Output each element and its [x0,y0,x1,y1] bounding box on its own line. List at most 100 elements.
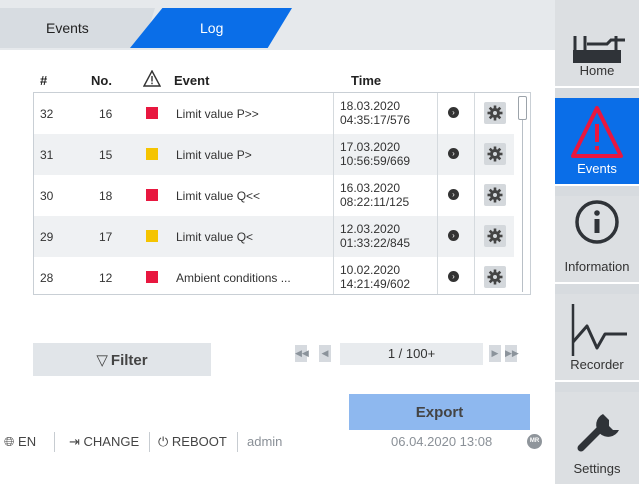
row-date: 16.03.2020 [340,181,401,195]
row-index: 32 [40,107,54,121]
column-divider [333,134,334,175]
nav-information[interactable]: Information [555,196,639,284]
tab-log[interactable]: Log [130,8,292,48]
table-row[interactable]: 31 15 Limit value P> 17.03.2020 10:56:59/… [34,134,514,175]
table-row[interactable]: 29 17 Limit value Q< 12.03.2020 01:33:22/… [34,216,514,257]
previous-page-icon[interactable]: ◀ [319,345,331,362]
row-date: 17.03.2020 [340,140,401,154]
severity-yellow-indicator [146,148,158,160]
power-icon: ⏻ [158,434,169,449]
status-bar: 🌐︎ EN ⇥ CHANGE ⏻ REBOOT admin 06.04.2020… [0,430,555,454]
next-page-icon[interactable]: ▶ [489,345,501,362]
last-page-icon[interactable]: ▶▶ [505,345,519,362]
scrollbar-track[interactable] [522,120,523,292]
column-divider [437,134,438,175]
nav-recorder-label: Recorder [570,357,624,372]
language-selector[interactable]: 🌐︎ EN [4,434,36,450]
nav-events[interactable]: Events [555,98,639,186]
status-divider [54,432,55,452]
severity-yellow-indicator [146,230,158,242]
row-no: 17 [99,230,113,244]
scrollbar-thumb[interactable] [518,96,527,120]
datetime: 06.04.2020 13:08 [391,434,493,449]
column-divider [333,257,334,294]
details-arrow-icon[interactable]: › [448,230,459,241]
tab-events-label: Events [46,20,89,36]
table-row[interactable]: 32 16 Limit value P>> 18.03.2020 04:35:17… [34,93,514,134]
column-divider [474,93,475,134]
warning-icon [142,69,162,90]
column-header-index: # [40,73,48,88]
status-divider [237,432,238,452]
row-time: 12.03.2020 01:33:22/845 [340,222,410,250]
row-clock: 08:22:11/125 [340,195,410,209]
row-event: Limit value Q< [176,230,254,244]
nav-settings[interactable]: Settings [555,392,639,484]
page-indicator: 1 / 100+ [340,343,483,365]
row-no: 16 [99,107,113,121]
gear-icon[interactable] [484,225,506,247]
reboot-button[interactable]: ⏻ REBOOT [158,434,227,450]
row-no: 15 [99,148,113,162]
row-event: Ambient conditions ... [176,271,291,285]
gear-icon[interactable] [484,143,506,165]
row-time: 16.03.2020 08:22:11/125 [340,181,409,209]
column-divider [437,257,438,294]
details-arrow-icon[interactable]: › [448,271,459,282]
severity-red-indicator [146,271,158,283]
nav-recorder[interactable]: Recorder [555,294,639,382]
row-index: 29 [40,230,54,244]
login-icon: ⇥ [69,434,80,449]
table-row[interactable]: 30 18 Limit value Q<< 16.03.2020 08:22:11… [34,175,514,216]
row-event: Limit value Q<< [176,189,261,203]
event-log-table: 32 16 Limit value P>> 18.03.2020 04:35:17… [33,92,531,295]
globe-icon: 🌐︎ [4,434,15,449]
column-divider [333,93,334,134]
nav-information-label: Information [564,259,630,274]
status-divider [149,432,150,452]
row-index: 28 [40,271,54,285]
export-button[interactable]: Export [349,394,530,430]
row-clock: 10:56:59/669 [340,154,411,168]
column-divider [437,216,438,257]
column-divider [333,175,334,216]
row-clock: 14:21:49/602 [340,277,411,291]
severity-red-indicator [146,189,158,201]
reboot-label: REBOOT [171,434,227,449]
column-header-time: Time [351,73,382,88]
column-divider [474,134,475,175]
gear-icon[interactable] [484,266,506,288]
row-date: 18.03.2020 [340,99,401,113]
filter-button[interactable]: ▽ Filter [33,343,211,376]
column-divider [437,93,438,134]
column-divider [333,216,334,257]
row-event: Limit value P>> [176,107,259,121]
row-date: 12.03.2020 [340,222,401,236]
logo-badge: MR [527,434,542,449]
row-no: 18 [99,189,113,203]
nav-events-label: Events [577,161,617,176]
tab-bar: Events Log [0,0,555,50]
gear-icon[interactable] [484,102,506,124]
details-arrow-icon[interactable]: › [448,107,459,118]
nav-home[interactable]: Home [555,0,639,88]
details-arrow-icon[interactable]: › [448,148,459,159]
details-arrow-icon[interactable]: › [448,189,459,200]
tab-events[interactable]: Events [0,8,155,48]
change-button[interactable]: ⇥ CHANGE [69,434,139,450]
change-label: CHANGE [83,434,140,449]
row-date: 10.02.2020 [340,263,401,277]
gear-icon[interactable] [484,184,506,206]
first-page-icon[interactable]: ◀◀ [295,345,309,362]
nav-settings-label: Settings [573,461,621,476]
severity-red-indicator [146,107,158,119]
row-clock: 01:33:22/845 [340,236,411,250]
column-divider [474,175,475,216]
row-time: 17.03.2020 10:56:59/669 [340,140,410,168]
table-row[interactable]: 28 12 Ambient conditions ... 10.02.2020 1… [34,257,514,294]
row-no: 12 [99,271,113,285]
language-label: EN [18,434,37,449]
row-time: 18.03.2020 04:35:17/576 [340,99,410,127]
row-time: 10.02.2020 14:21:49/602 [340,263,410,291]
column-divider [437,175,438,216]
